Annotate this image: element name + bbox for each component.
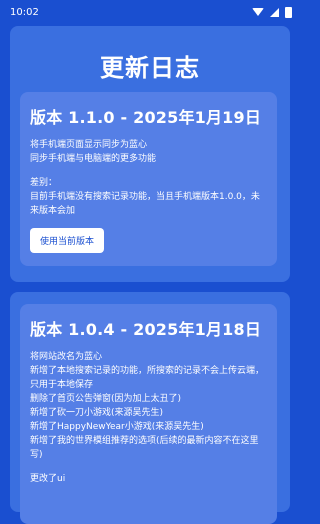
change-line: 将手机端页面显示同步为蓝心	[30, 140, 148, 150]
version-title: 版本 1.1.0 - 2025年1月19日	[30, 108, 262, 127]
use-current-version-button[interactable]: 使用当前版本	[30, 228, 105, 253]
diff-label: 差别：	[30, 178, 58, 188]
status-bar: 10:02	[0, 0, 300, 24]
change-line: 更改了ui	[30, 474, 66, 484]
change-line: 新增了我的世界模组推荐的选项(后续的最新内容不在这里写)	[30, 436, 259, 460]
changelog-panel: 更新日志 版本 1.1.0 - 2025年1月19日 将手机端页面显示同步为蓝心…	[10, 26, 290, 282]
version-card-1-1-0: 版本 1.1.0 - 2025年1月19日 将手机端页面显示同步为蓝心 同步手机…	[20, 92, 277, 266]
signal-icon	[270, 7, 279, 17]
change-line: 同步手机端与电脑端的更多功能	[30, 154, 157, 164]
change-line: 新增了本地搜索记录的功能，所搜索的记录不会上传云端，只用于本地保存	[30, 366, 265, 390]
version-card-1-0-4: 版本 1.0.4 - 2025年1月18日 将网站改名为蓝心 新增了本地搜索记录…	[20, 304, 277, 524]
battery-icon	[285, 6, 292, 18]
diff-text: 目前手机端没有搜索记录功能，当且手机端版本1.0.0，未来版本会加	[30, 192, 260, 216]
changelog-panel-2: 版本 1.0.4 - 2025年1月18日 将网站改名为蓝心 新增了本地搜索记录…	[10, 292, 290, 524]
page-title: 更新日志	[100, 54, 200, 82]
status-icons	[252, 6, 292, 18]
change-line: 新增了HappyNewYear小游戏(来源吴先生)	[30, 422, 204, 432]
version-title: 版本 1.0.4 - 2025年1月18日	[30, 320, 262, 339]
change-line: 删除了首页公告弹窗(因为加上太丑了)	[30, 394, 182, 404]
change-line: 将网站改名为蓝心	[30, 352, 103, 362]
wifi-icon	[252, 8, 264, 16]
status-time: 10:02	[10, 6, 39, 18]
change-line: 新增了砍一刀小游戏(来源吴先生)	[30, 408, 164, 418]
